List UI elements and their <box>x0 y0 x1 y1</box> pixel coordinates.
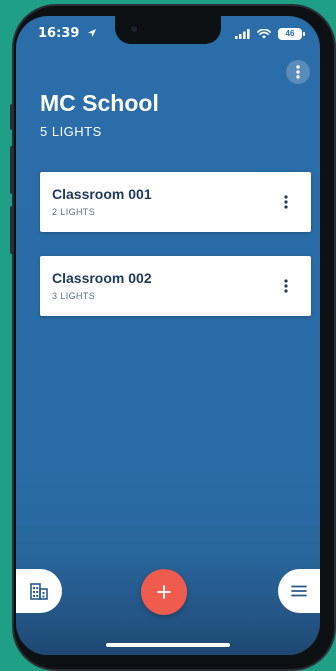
room-card-classroom-001[interactable]: Classroom 001 2 LIGHTS <box>40 172 311 232</box>
room-name: Classroom 001 <box>52 186 152 202</box>
header-more-button[interactable] <box>286 60 310 84</box>
hamburger-menu-icon <box>291 585 307 597</box>
status-icons: 46 <box>235 28 305 40</box>
notch <box>115 16 221 44</box>
app-screen: 16:39 46 MC School 5 LIGHTS Classroom 00… <box>16 16 320 655</box>
buildings-button[interactable] <box>16 569 62 613</box>
front-camera <box>129 24 139 34</box>
room-name: Classroom 002 <box>52 270 152 286</box>
page-title: MC School <box>40 90 159 116</box>
status-time-group: 16:39 <box>38 26 97 41</box>
room-light-count: 2 LIGHTS <box>52 207 96 217</box>
location-arrow-icon <box>87 29 96 37</box>
more-vertical-icon <box>284 195 288 209</box>
room-light-count: 3 LIGHTS <box>52 291 96 301</box>
page-subtitle: 5 LIGHTS <box>40 124 102 139</box>
wifi-icon <box>257 29 271 39</box>
mute-switch <box>10 104 14 130</box>
buildings-icon <box>30 583 48 600</box>
more-vertical-icon <box>284 279 288 293</box>
add-room-button[interactable] <box>141 569 187 615</box>
more-vertical-icon <box>296 65 300 79</box>
room-more-button[interactable] <box>279 276 293 296</box>
cellular-signal-icon <box>235 29 250 39</box>
volume-down-button <box>10 206 14 254</box>
status-time: 16:39 <box>38 26 80 41</box>
battery-level: 46 <box>285 29 295 38</box>
room-more-button[interactable] <box>279 192 293 212</box>
menu-button[interactable] <box>278 569 320 613</box>
volume-up-button <box>10 146 14 194</box>
home-indicator <box>106 643 230 647</box>
room-card-classroom-002[interactable]: Classroom 002 3 LIGHTS <box>40 256 311 316</box>
plus-icon <box>157 585 171 599</box>
battery-icon: 46 <box>278 28 305 40</box>
